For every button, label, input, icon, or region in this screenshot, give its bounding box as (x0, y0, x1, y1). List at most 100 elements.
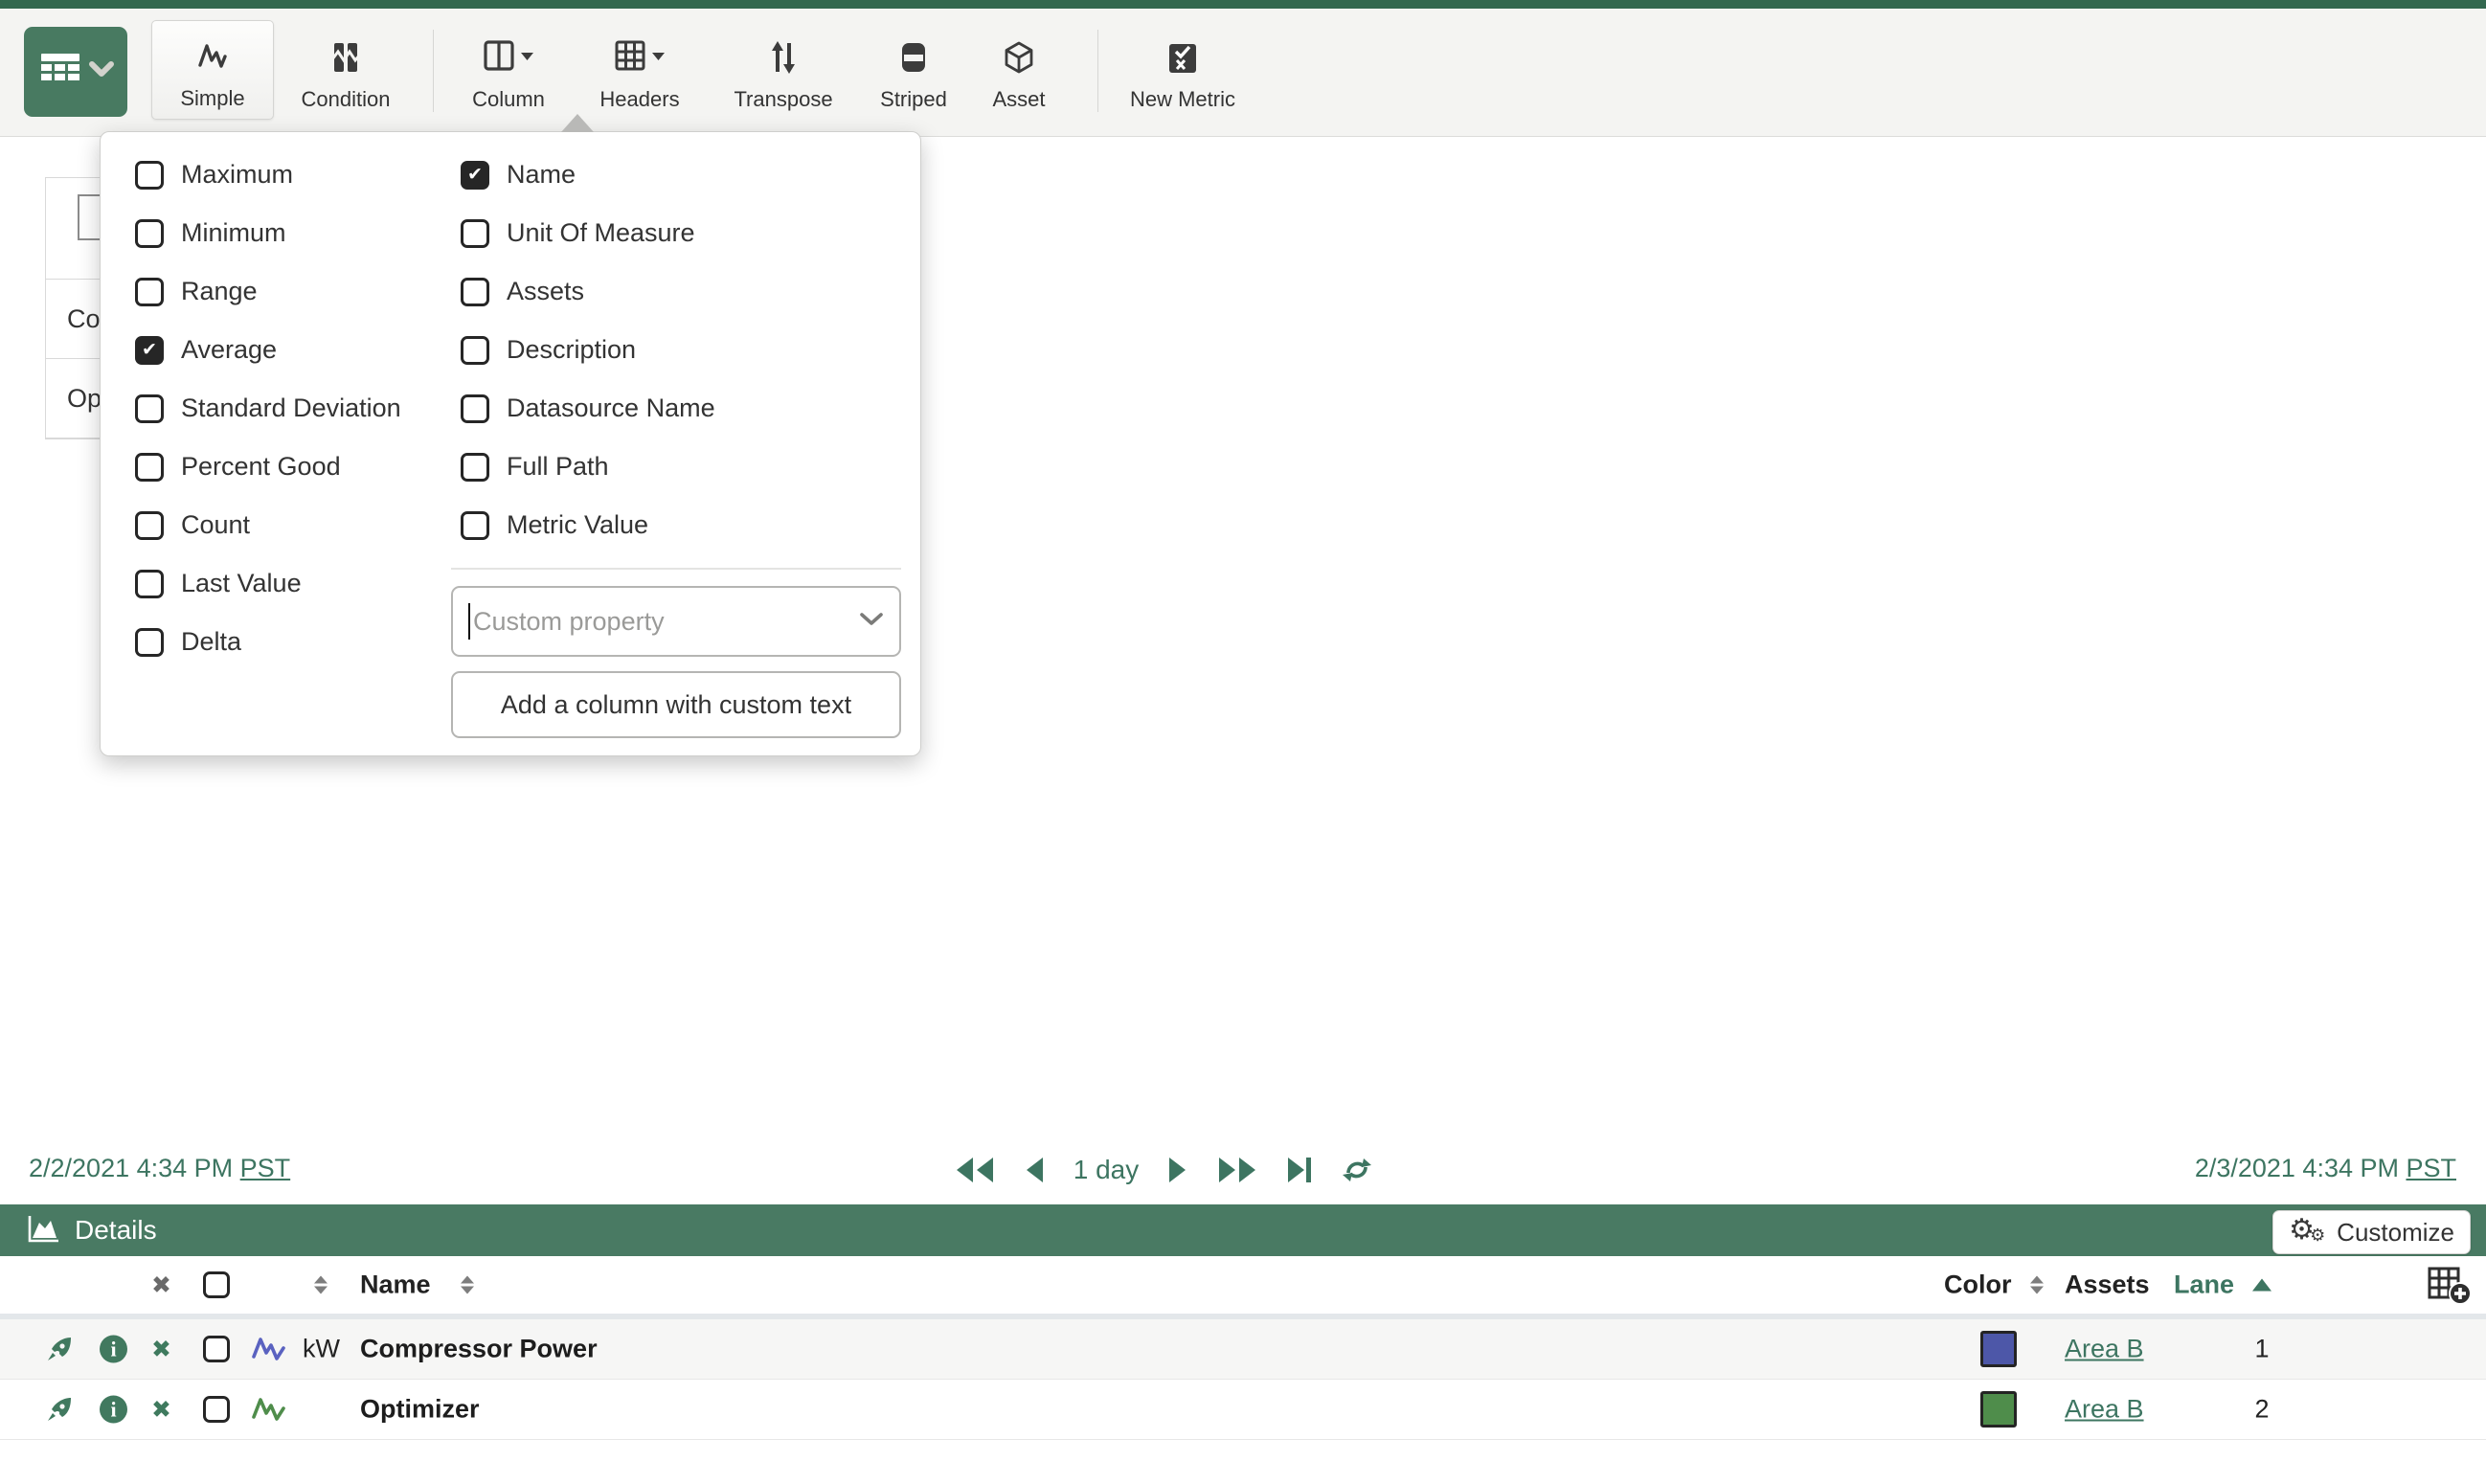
start-datetime[interactable]: 2/2/2021 4:34 PM (29, 1154, 240, 1182)
header-lane[interactable]: Lane (2174, 1270, 2234, 1300)
column-option-label: Minimum (181, 218, 286, 248)
toolbar-button-simple[interactable]: Simple (151, 20, 274, 120)
column-option[interactable]: Range (135, 262, 451, 321)
column-option-label: Name (507, 160, 576, 190)
column-option[interactable]: Datasource Name (461, 379, 901, 438)
column-option[interactable]: Unit Of Measure (461, 204, 901, 262)
info-icon[interactable] (100, 1336, 127, 1363)
signal-icon (251, 1396, 287, 1423)
details-table-row: Optimizer Area B 2 (0, 1380, 2486, 1440)
select-all-checkbox[interactable] (203, 1271, 230, 1298)
checkbox[interactable] (461, 453, 489, 482)
row-checkbox[interactable] (203, 1396, 230, 1423)
row-checkbox[interactable] (203, 1336, 230, 1362)
column-option[interactable]: Percent Good (135, 438, 451, 496)
checkbox[interactable] (135, 278, 164, 306)
toolbar-button-condition[interactable]: Condition (278, 20, 414, 120)
toolbar-button-transpose[interactable]: Transpose (712, 20, 854, 120)
step-back-half-button[interactable] (1024, 1156, 1045, 1184)
step-to-end-button[interactable] (1286, 1156, 1313, 1184)
checkbox[interactable] (135, 453, 164, 482)
checkbox[interactable] (135, 394, 164, 423)
start-timezone-link[interactable]: PST (240, 1154, 291, 1182)
header-assets[interactable]: Assets (2065, 1270, 2150, 1300)
checkbox[interactable] (135, 511, 164, 540)
column-option[interactable]: Metric Value (461, 496, 901, 554)
column-option-label: Percent Good (181, 452, 341, 482)
checkbox[interactable] (461, 511, 489, 540)
chevron-down-icon[interactable] (859, 612, 884, 632)
toolbar-button-striped[interactable]: Striped (860, 20, 967, 120)
transpose-icon (770, 28, 797, 87)
column-option[interactable]: Maximum (135, 146, 451, 204)
rocket-icon[interactable] (46, 1336, 73, 1362)
checkbox[interactable] (461, 161, 489, 190)
column-option[interactable]: Full Path (461, 438, 901, 496)
checkbox[interactable] (461, 336, 489, 365)
toolbar-button-label: New Metric (1130, 87, 1235, 112)
time-navigation: 1 day (934, 1145, 1393, 1195)
checkbox[interactable] (135, 336, 164, 365)
checkbox[interactable] (135, 628, 164, 657)
column-option-label: Metric Value (507, 510, 648, 540)
headers-icon (614, 39, 646, 77)
add-column-icon[interactable] (2427, 1265, 2473, 1305)
header-color[interactable]: Color (1944, 1270, 2012, 1300)
column-option[interactable]: Description (461, 321, 901, 379)
property-options-list: Name Unit Of Measure Assets Description (461, 146, 901, 554)
toolbar-button-asset[interactable]: Asset (971, 20, 1067, 120)
header-name[interactable]: Name (360, 1270, 431, 1300)
color-swatch[interactable] (1980, 1391, 2017, 1428)
customize-button[interactable]: Customize (2272, 1210, 2471, 1254)
toolbar-button-new-metric[interactable]: New Metric (1115, 20, 1251, 120)
sort-ascending-icon[interactable] (2252, 1279, 2271, 1292)
item-name: Compressor Power (360, 1335, 598, 1364)
column-option-label: Delta (181, 627, 241, 657)
end-timezone-link[interactable]: PST (2406, 1154, 2456, 1182)
add-custom-column-button[interactable]: Add a column with custom text (451, 671, 901, 738)
remove-all-icon[interactable] (151, 1271, 171, 1299)
step-forward-half-button[interactable] (1167, 1156, 1188, 1184)
info-icon[interactable] (100, 1396, 127, 1424)
custom-property-select[interactable]: Custom property (451, 586, 901, 657)
duration-label[interactable]: 1 day (1074, 1155, 1140, 1185)
sort-icon[interactable] (461, 1276, 474, 1294)
column-option[interactable]: Standard Deviation (135, 379, 451, 438)
checkbox[interactable] (461, 278, 489, 306)
remove-item-icon[interactable] (151, 1336, 171, 1363)
color-swatch[interactable] (1980, 1331, 2017, 1367)
column-option[interactable]: Name (461, 146, 901, 204)
step-forward-full-button[interactable] (1217, 1156, 1257, 1184)
end-datetime[interactable]: 2/3/2021 4:34 PM (2195, 1154, 2407, 1182)
caret-down-icon (520, 49, 534, 66)
refresh-button[interactable] (1342, 1156, 1372, 1184)
column-option-label: Maximum (181, 160, 293, 190)
sort-icon[interactable] (314, 1276, 328, 1294)
background-row-text: Co (67, 304, 101, 334)
cube-icon (1004, 28, 1034, 87)
sort-icon[interactable] (2030, 1276, 2044, 1294)
column-option[interactable]: Minimum (135, 204, 451, 262)
display-range-start[interactable]: 2/2/2021 4:34 PM PST (29, 1154, 290, 1183)
checkbox[interactable] (135, 570, 164, 598)
column-option[interactable]: Last Value (135, 554, 451, 613)
remove-item-icon[interactable] (151, 1396, 171, 1424)
rocket-icon[interactable] (46, 1396, 73, 1423)
checkbox[interactable] (461, 394, 489, 423)
asset-link[interactable]: Area B (2065, 1395, 2144, 1425)
toolbar-separator (1097, 30, 1098, 112)
toolbar-button-headers[interactable]: Headers (573, 20, 707, 120)
checkbox[interactable] (135, 219, 164, 248)
column-option[interactable]: Delta (135, 613, 451, 671)
checkbox[interactable] (135, 161, 164, 190)
column-option[interactable]: Count (135, 496, 451, 554)
display-range-end[interactable]: 2/3/2021 4:34 PM PST (2195, 1154, 2456, 1183)
text-cursor (468, 603, 470, 640)
table-type-menu-button[interactable] (24, 27, 127, 117)
column-option[interactable]: Average (135, 321, 451, 379)
toolbar-button-column[interactable]: Column (448, 20, 569, 120)
asset-link[interactable]: Area B (2065, 1335, 2144, 1364)
step-back-full-button[interactable] (955, 1156, 995, 1184)
checkbox[interactable] (461, 219, 489, 248)
column-option[interactable]: Assets (461, 262, 901, 321)
